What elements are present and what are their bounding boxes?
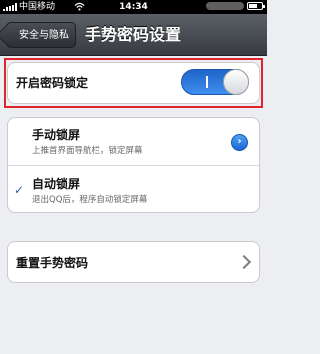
manual-lock-subtitle: 上推首界面导航栏，锁定屏幕 [32,146,143,156]
reset-gesture-label: 重置手势密码 [16,256,89,270]
detail-disclosure-icon[interactable]: › [231,134,248,151]
auto-lock-title: 自动锁屏 [32,177,81,191]
blurred-status [206,2,244,10]
checkmark-icon: ✓ [14,183,25,197]
status-bar: 中国移动 14:34 [0,0,267,14]
back-button-label: 安全与隐私 [19,30,69,41]
page-title: 手势密码设置 [85,25,182,44]
auto-lock-subtitle: 退出QQ后，程序自动锁定屏幕 [32,195,148,205]
list-item-auto-lock[interactable]: 自动锁屏 退出QQ后，程序自动锁定屏幕 [7,166,260,213]
back-button[interactable]: 安全与隐私 [6,22,76,48]
manual-lock-title: 手动锁屏 [32,128,81,142]
battery-icon [247,2,265,10]
list-item-manual-lock[interactable]: 手动锁屏 上推首界面导航栏，锁定屏幕 [7,117,260,165]
status-right [206,2,265,10]
navigation-bar: 安全与隐私 手势密码设置 [0,14,267,56]
highlight-frame [4,58,263,108]
